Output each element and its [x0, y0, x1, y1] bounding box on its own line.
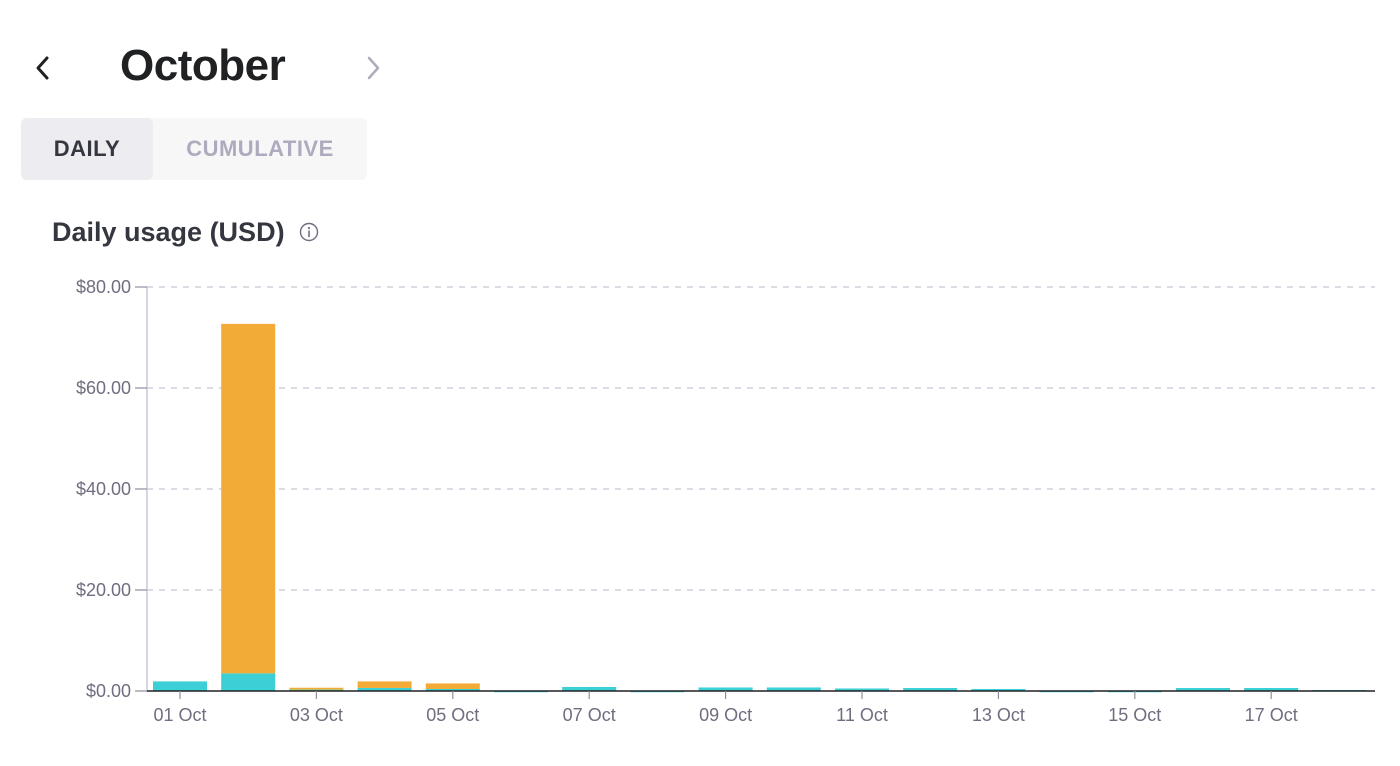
x-tick-label: 05 Oct [426, 705, 479, 725]
cumulative-tab[interactable]: CUMULATIVE [153, 118, 367, 180]
x-tick-label: 13 Oct [972, 705, 1025, 725]
x-tick-label: 09 Oct [699, 705, 752, 725]
x-axis-ticks: 01 Oct 03 Oct 05 Oct 07 Oct 09 Oct 11 Oct 13 O… [153, 691, 1298, 725]
x-tick-label: 01 Oct [153, 705, 206, 725]
x-tick-label: 15 Oct [1108, 705, 1161, 725]
y-tick-label: $20.00 [76, 580, 131, 600]
chart-title: Daily usage (USD) [52, 217, 285, 247]
chart-bars [153, 323, 1367, 693]
month-title: October [120, 41, 286, 90]
bar-segment[interactable] [221, 323, 276, 674]
daily-usage-chart: $0.00 $20.00 $40.00 $60.00 $80.00 01 Oct 03 O… [76, 277, 1375, 725]
page-header: October [0, 0, 1400, 110]
previous-month-button[interactable] [28, 50, 58, 86]
x-tick-label: 03 Oct [290, 705, 343, 725]
y-tick-label: $0.00 [86, 681, 131, 701]
daily-tab[interactable]: DAILY [21, 118, 153, 180]
bar-segment[interactable] [153, 681, 207, 691]
bar-segment[interactable] [221, 673, 276, 691]
y-axis-ticks: $0.00 $20.00 $40.00 $60.00 $80.00 [76, 277, 147, 701]
x-tick-label: 11 Oct [836, 705, 888, 725]
x-tick-label: 07 Oct [563, 705, 616, 725]
y-tick-label: $80.00 [76, 277, 131, 297]
x-tick-label: 17 Oct [1245, 705, 1298, 725]
y-tick-label: $40.00 [76, 479, 131, 499]
bar-segment[interactable] [289, 687, 344, 690]
next-month-button[interactable] [358, 50, 388, 86]
bar-segment[interactable] [425, 683, 480, 689]
chart-title-row: Daily usage (USD) [52, 212, 319, 252]
bar-segment[interactable] [357, 681, 412, 688]
y-tick-label: $60.00 [76, 378, 131, 398]
view-toggle: DAILY CUMULATIVE [21, 118, 367, 180]
chevron-left-icon [36, 56, 49, 80]
info-icon[interactable] [299, 222, 319, 242]
chevron-right-icon [367, 56, 380, 80]
chart-grid [147, 286, 1375, 591]
